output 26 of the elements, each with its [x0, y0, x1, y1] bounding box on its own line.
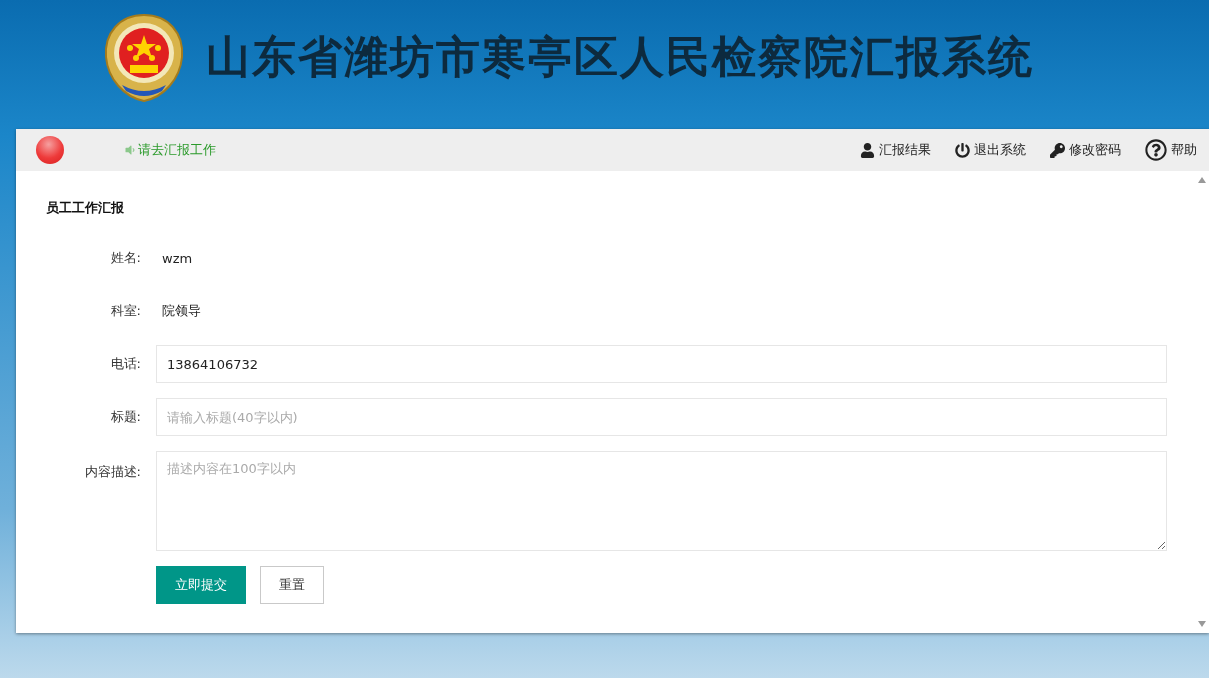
speaker-icon — [124, 144, 136, 156]
textarea-field[interactable]: 描述内容在100字以内 — [156, 451, 1167, 551]
page-title: 山东省潍坊市寒亭区人民检察院汇报系统 — [206, 30, 1034, 84]
field-label: 标题: — [109, 408, 142, 426]
input-field[interactable]: 13864106732 — [156, 345, 1167, 383]
field-value: wzm — [161, 250, 193, 266]
field-label: 科室: — [109, 302, 142, 320]
field-label: 姓名: — [109, 249, 142, 267]
user-icon — [860, 142, 875, 158]
menu-link[interactable]: 退出系统 — [955, 139, 1026, 161]
scroll-up-icon — [1198, 177, 1206, 183]
status-ball-icon — [36, 136, 64, 164]
input-field[interactable]: 请输入标题(40字以内) — [156, 398, 1167, 436]
menu-link[interactable]: 汇报结果 — [860, 139, 931, 161]
menu-link[interactable]: 帮助 — [1145, 139, 1197, 161]
key-icon — [1050, 142, 1065, 158]
field-label: 内容描述: — [83, 463, 142, 481]
submit-button[interactable]: 立即提交 — [156, 566, 246, 604]
field-label: 电话: — [109, 355, 142, 373]
menu-link[interactable]: 修改密码 — [1050, 139, 1121, 161]
power-icon — [955, 142, 970, 158]
reset-button[interactable]: 重置 — [260, 566, 324, 604]
field-value: 院领导 — [161, 302, 201, 320]
form-heading: 员工工作汇报 — [46, 199, 125, 217]
scroll-down-icon — [1198, 621, 1206, 627]
help-icon — [1145, 139, 1167, 161]
